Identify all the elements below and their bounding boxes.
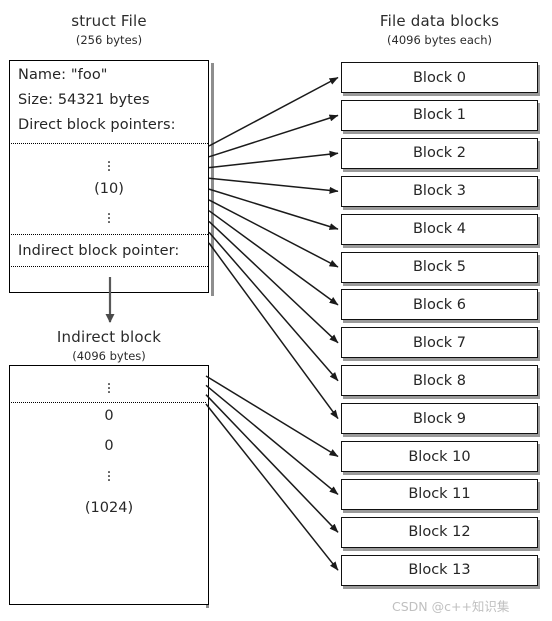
struct-file-name-field: Name: "foo" [18, 67, 108, 83]
struct-file-size-field: Size: 54321 bytes [18, 92, 150, 108]
indirect-block-subtitle: (4096 bytes) [72, 349, 146, 363]
block-pointer-arrow [208, 76, 339, 147]
block-pointer-arrow [208, 231, 339, 382]
diagram-canvas: struct File (256 bytes) Name: "foo" Size… [0, 0, 552, 621]
block-pointer-arrow [208, 188, 339, 230]
file-data-block[interactable]: Block 3 [341, 175, 538, 207]
indirect-entry-zero-b: 0 [104, 438, 114, 454]
direct-pointers-ellipsis-top: ... [106, 149, 112, 175]
indirect-entries-ellipsis-bottom: ... [106, 459, 112, 485]
block-pointer-arrow [205, 384, 339, 495]
file-data-block[interactable]: Block 4 [341, 213, 538, 245]
struct-file-box-shadow [211, 63, 214, 296]
struct-file-divider-3 [11, 266, 208, 267]
file-data-block[interactable]: Block 8 [341, 365, 538, 397]
block-pointer-arrow [208, 150, 339, 169]
indirect-block-divider-1 [11, 402, 206, 403]
indirect-entries-ellipsis-top: ... [106, 371, 112, 397]
struct-file-indirect-pointer-label: Indirect block pointer: [18, 243, 180, 259]
block-pointer-arrow [208, 199, 339, 268]
file-data-block[interactable]: Block 7 [341, 327, 538, 359]
direct-pointers-count: (10) [94, 181, 124, 197]
indirect-entry-zero-a: 0 [104, 408, 114, 424]
struct-file-subtitle: (256 bytes) [75, 33, 143, 47]
struct-file-title: struct File [71, 12, 147, 30]
block-pointer-arrow [208, 242, 339, 420]
block-pointer-arrow [205, 394, 339, 533]
file-data-block[interactable]: Block 0 [341, 62, 538, 93]
file-data-block[interactable]: Block 12 [341, 516, 538, 548]
block-pointer-arrow [208, 210, 339, 306]
block-pointer-arrow [208, 177, 339, 194]
struct-file-direct-pointers-label: Direct block pointers: [18, 117, 176, 133]
file-data-blocks-subtitle: (4096 bytes each) [387, 33, 492, 47]
file-data-block[interactable]: Block 9 [341, 403, 538, 435]
block-pointer-arrow [208, 114, 339, 158]
struct-file-divider-2 [11, 234, 208, 235]
file-data-block[interactable]: Block 13 [341, 554, 538, 586]
watermark-label: CSDN @c++知识集 [392, 599, 510, 614]
indirect-entries-count: (1024) [84, 500, 134, 516]
file-data-block[interactable]: Block 1 [341, 99, 538, 131]
file-data-block[interactable]: Block 10 [341, 441, 538, 472]
direct-pointers-ellipsis-bottom: ... [106, 201, 112, 227]
file-data-block[interactable]: Block 5 [341, 251, 538, 283]
file-data-block[interactable]: Block 2 [341, 137, 538, 169]
block-pointer-arrow [205, 375, 339, 458]
file-data-block[interactable]: Block 6 [341, 289, 538, 321]
file-data-blocks-title: File data blocks [379, 12, 500, 30]
file-data-block[interactable]: Block 11 [341, 478, 538, 510]
indirect-block-box [9, 365, 209, 605]
struct-file-divider-1 [11, 143, 208, 144]
block-pointer-arrow [205, 403, 339, 571]
indirect-block-title: Indirect block [56, 328, 162, 346]
block-pointer-arrow [208, 220, 339, 344]
